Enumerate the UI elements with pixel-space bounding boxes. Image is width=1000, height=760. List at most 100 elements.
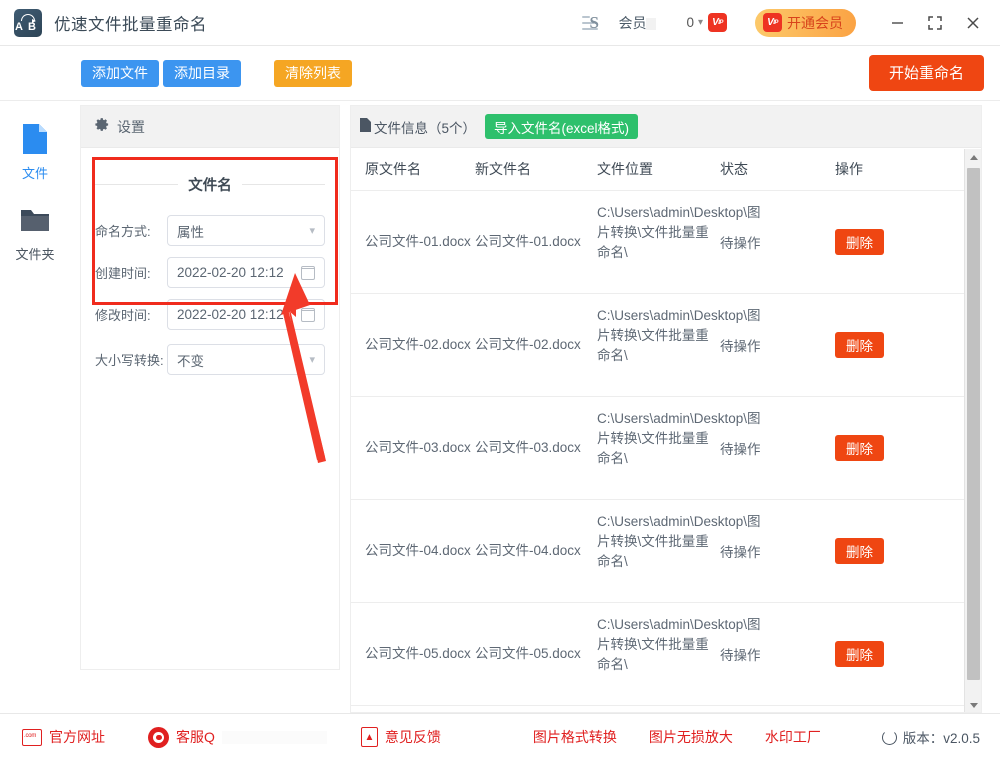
app-title: 优速文件批量重命名 xyxy=(54,15,207,34)
cell-action: 删除 xyxy=(835,641,955,667)
clear-list-button[interactable]: 清除列表 xyxy=(274,59,352,87)
scroll-up-icon[interactable] xyxy=(965,149,981,166)
naming-mode-select[interactable]: 属性 ▾ xyxy=(167,215,325,246)
cell-new-name: 公司文件-03.docx xyxy=(475,440,581,455)
cell-path: C:\Users\admin\Desktop\图片转换\文件批量重命名\ xyxy=(597,205,761,260)
cell-path: C:\Users\admin\Desktop\图片转换\文件批量重命名\ xyxy=(597,308,761,363)
delete-button[interactable]: 删除 xyxy=(835,229,884,255)
naming-mode-value: 属性 xyxy=(177,224,204,240)
footer-link-lossless-enlarge[interactable]: 图片无损放大 xyxy=(649,727,733,747)
customer-service-label: 客服Q xyxy=(176,729,215,745)
customer-service-link[interactable]: 客服Q xyxy=(148,726,327,748)
cell-new-name: 公司文件-01.docx xyxy=(475,234,581,249)
field-case-convert: 大小写转换: 不变 ▾ xyxy=(95,344,325,375)
settings-panel: 设置 文件名 命名方式: 属性 ▾ 创建时间: 2022-02-20 12:12 xyxy=(80,105,340,670)
field-naming-mode: 命名方式: 属性 ▾ xyxy=(95,215,325,246)
table-row: 公司文件-02.docx 公司文件-02.docx C:\Users\admin… xyxy=(351,294,981,397)
headset-icon xyxy=(148,726,169,748)
vertical-scrollbar[interactable] xyxy=(964,149,981,712)
cell-status: 待操作 xyxy=(720,648,761,663)
sidebar-item-folder[interactable]: 文件夹 xyxy=(0,182,70,263)
cell-old-name: 公司文件-05.docx xyxy=(365,646,471,661)
cell-old-name: 公司文件-03.docx xyxy=(365,440,471,455)
refresh-icon xyxy=(881,729,897,745)
cell-status: 待操作 xyxy=(720,545,761,560)
settings-header: 设置 xyxy=(81,106,339,148)
official-website-link[interactable]: 官方网址 xyxy=(22,727,105,747)
cell-new-name: 公司文件-05.docx xyxy=(475,646,581,661)
create-time-value: 2022-02-20 12:12 xyxy=(177,265,284,280)
delete-button[interactable]: 删除 xyxy=(835,435,884,461)
official-website-label: 官方网址 xyxy=(49,729,105,745)
close-icon[interactable] xyxy=(954,0,992,46)
app-logo-text: AB xyxy=(15,20,41,33)
app-window: AB 优速文件批量重命名 S 会员 0 ▾ V IP V IP 开通会员 添加文… xyxy=(0,0,1000,760)
window-controls xyxy=(878,0,992,46)
dotcom-icon xyxy=(22,728,42,746)
case-convert-value: 不变 xyxy=(177,353,204,369)
file-list-panel: 文件信息（5个） 导入文件名(excel格式) 原文件名 新文件名 文件位置 状… xyxy=(350,105,982,713)
field-modify-time: 修改时间: 2022-02-20 12:12 xyxy=(95,299,325,330)
modify-time-input[interactable]: 2022-02-20 12:12 xyxy=(167,299,325,330)
delete-button[interactable]: 删除 xyxy=(835,538,884,564)
add-file-button[interactable]: 添加文件 xyxy=(81,59,159,87)
column-header-new-name: 新文件名 xyxy=(475,161,531,177)
toolbar: 添加文件 添加目录 清除列表 开始重命名 xyxy=(0,46,1000,101)
field-create-time: 创建时间: 2022-02-20 12:12 xyxy=(95,257,325,288)
footer-link-watermark-factory[interactable]: 水印工厂 xyxy=(765,727,821,747)
cell-action: 删除 xyxy=(835,435,955,461)
calendar-icon xyxy=(300,265,315,280)
case-convert-select[interactable]: 不变 ▾ xyxy=(167,344,325,375)
table-header: 原文件名 新文件名 文件位置 状态 操作 xyxy=(351,148,981,191)
maximize-icon[interactable] xyxy=(916,0,954,46)
version-info[interactable]: 版本：v2.0.5 xyxy=(881,727,980,747)
settings-body: 文件名 命名方式: 属性 ▾ 创建时间: 2022-02-20 12:12 修改… xyxy=(81,148,339,375)
coin-count: 0 xyxy=(686,15,694,30)
feedback-link[interactable]: ▲ 意见反馈 xyxy=(360,727,441,747)
open-vip-button[interactable]: V IP 开通会员 xyxy=(755,8,856,37)
sidebar-item-file[interactable]: 文件 xyxy=(0,101,70,182)
footer-link-format-convert[interactable]: 图片格式转换 xyxy=(533,727,617,747)
cell-old-name: 公司文件-01.docx xyxy=(365,234,471,249)
column-header-old-name: 原文件名 xyxy=(365,161,421,177)
table-row: 公司文件-03.docx 公司文件-03.docx C:\Users\admin… xyxy=(351,397,981,500)
chevron-down-icon: ▾ xyxy=(309,354,315,366)
import-excel-button[interactable]: 导入文件名(excel格式) xyxy=(485,114,639,139)
chevron-down-icon: ▾ xyxy=(309,225,315,237)
create-time-input[interactable]: 2022-02-20 12:12 xyxy=(167,257,325,288)
file-panel-header: 文件信息（5个） 导入文件名(excel格式) xyxy=(351,106,981,148)
delete-button[interactable]: 删除 xyxy=(835,332,884,358)
cell-new-name: 公司文件-02.docx xyxy=(475,337,581,352)
scrollbar-thumb[interactable] xyxy=(967,168,980,680)
section-filename: 文件名 xyxy=(95,174,325,195)
vip-icon: V IP xyxy=(763,13,782,32)
scroll-down-icon[interactable] xyxy=(965,697,981,712)
sidebar: 文件 文件夹 xyxy=(0,101,70,713)
file-info-label: 文件信息（5个） xyxy=(374,120,477,136)
table-row: 公司文件-04.docx 公司文件-04.docx C:\Users\admin… xyxy=(351,500,981,603)
title-bar-right: S 会员 0 ▾ V IP V IP 开通会员 xyxy=(582,0,1000,45)
cell-action: 删除 xyxy=(835,332,955,358)
table-row: 公司文件-05.docx 公司文件-05.docx C:\Users\admin… xyxy=(351,603,981,706)
sidebar-item-label: 文件 xyxy=(21,166,48,181)
cell-path: C:\Users\admin\Desktop\图片转换\文件批量重命名\ xyxy=(597,617,761,672)
column-header-status: 状态 xyxy=(720,161,748,177)
table-body: 公司文件-01.docx 公司文件-01.docx C:\Users\admin… xyxy=(351,191,981,711)
delete-button[interactable]: 删除 xyxy=(835,641,884,667)
member-brand-icon: S xyxy=(582,12,612,34)
minimize-icon[interactable] xyxy=(878,0,916,46)
cell-old-name: 公司文件-02.docx xyxy=(365,337,471,352)
coin-balance[interactable]: 0 ▾ V IP xyxy=(686,13,727,32)
member-label[interactable]: 会员 xyxy=(618,13,657,33)
app-logo-icon: AB xyxy=(14,8,42,37)
table-row: 公司文件-01.docx 公司文件-01.docx C:\Users\admin… xyxy=(351,191,981,294)
settings-title: 设置 xyxy=(117,118,145,135)
calendar-icon xyxy=(300,307,315,322)
version-label: 版本：v2.0.5 xyxy=(902,731,980,746)
start-rename-button[interactable]: 开始重命名 xyxy=(868,55,984,91)
add-directory-button[interactable]: 添加目录 xyxy=(163,59,241,87)
open-vip-label: 开通会员 xyxy=(787,14,843,31)
folder-icon xyxy=(0,199,70,241)
cell-action: 删除 xyxy=(835,229,955,255)
cell-new-name: 公司文件-04.docx xyxy=(475,543,581,558)
